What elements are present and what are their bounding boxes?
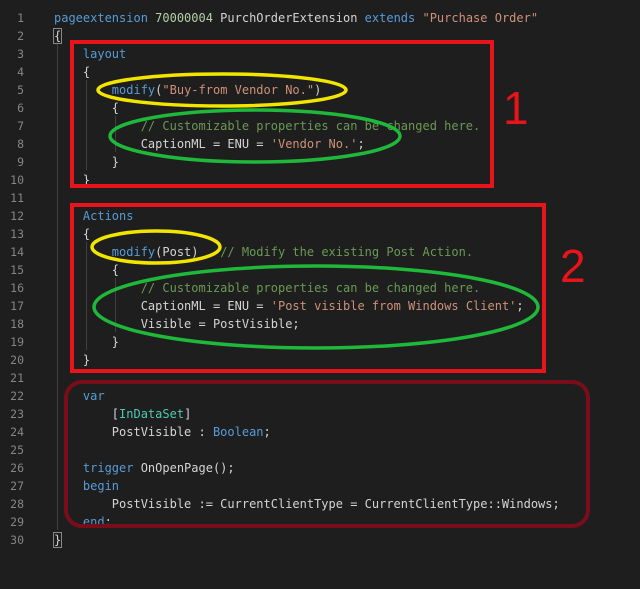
line-number: 17 [10,299,24,313]
line-number: 10 [10,173,24,187]
line-number: 7 [17,119,24,133]
line-number: 23 [10,407,24,421]
line-number: 28 [10,497,24,511]
code-editor[interactable]: 1 2 3 4 5 6 7 8 9 10 11 12 13 14 15 16 17 18 19 20 21 22 23 24 2… [0,0,640,589]
line-number: 19 [10,335,24,349]
line-number: 30 [10,533,24,547]
line-number: 16 [10,281,24,295]
line-number: 26 [10,461,24,475]
line-number: 24 [10,425,24,439]
annotation-box-layout [70,40,494,188]
line-number: 22 [10,389,24,403]
line-number: 14 [10,245,24,259]
line-number: 20 [10,353,24,367]
line-number: 13 [10,227,24,241]
annotation-box-var-trigger [64,380,590,528]
annotation-box-actions [70,203,546,373]
line-number: 4 [17,65,24,79]
line-number: 3 [17,47,24,61]
line-number: 8 [17,137,24,151]
line-number: 27 [10,479,24,493]
indent-guide [57,44,58,530]
line-number: 21 [10,371,24,385]
line-number: 1 [17,11,24,25]
code-line[interactable]: pageextension 70000004 PurchOrderExtensi… [54,9,538,27]
line-number: 6 [17,101,24,115]
line-number: 9 [17,155,24,169]
line-number: 15 [10,263,24,277]
line-number: 29 [10,515,24,529]
line-number: 25 [10,443,24,457]
line-number: 18 [10,317,24,331]
annotation-number-1: 1 [503,82,529,134]
annotation-number-2: 2 [560,240,586,292]
code-line[interactable]: } [52,531,63,549]
code-line[interactable]: { [52,27,63,45]
line-number: 11 [10,191,24,205]
line-number: 5 [17,83,24,97]
line-number: 12 [10,209,24,223]
line-number: 2 [17,29,24,43]
